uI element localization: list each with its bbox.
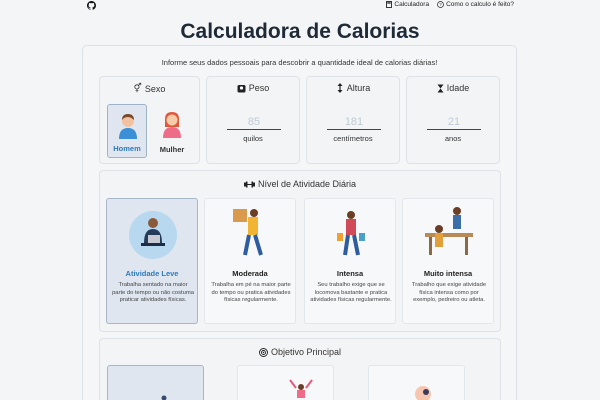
weight-unit: quilos	[243, 134, 263, 143]
sex-option-mulher[interactable]: Mulher	[152, 104, 192, 158]
height-label: Altura	[346, 83, 371, 93]
height-unit: centímetros	[333, 134, 373, 143]
target-icon	[259, 347, 268, 357]
walking-shopping-illustration	[337, 211, 365, 256]
question-circle-icon: ?	[437, 1, 444, 8]
goal-option-1[interactable]	[107, 365, 204, 400]
activity-option-leve[interactable]: Atividade Leve Trabalha sentado na maior…	[106, 198, 198, 324]
goal-illustration-3	[415, 386, 431, 400]
goal-section: Objetivo Principal	[99, 338, 501, 400]
nav-how-label: Como o calculo é feito?	[446, 1, 514, 8]
activity-option-muito-intensa-title: Muito intensa	[423, 269, 473, 278]
woman-avatar-icon	[163, 112, 181, 138]
man-avatar-icon	[119, 114, 137, 139]
activity-option-muito-intensa-desc: Trabalho que exige atividade física inte…	[411, 282, 487, 303]
activity-option-intensa[interactable]: Intensa Seu trabalho exige que se locomo…	[304, 198, 396, 324]
page-title: Calculadora de Calorias	[180, 20, 420, 43]
github-icon[interactable]	[87, 1, 96, 10]
hourglass-icon	[437, 84, 444, 92]
weight-section: Peso 85 quilos	[206, 76, 300, 164]
construction-worker-illustration	[425, 207, 473, 255]
activity-option-muito-intensa[interactable]: Muito intensa Trabalho que exige ativida…	[402, 198, 494, 324]
activity-option-intensa-desc: Seu trabalho exige que se locomova basta…	[310, 282, 392, 303]
sex-option-homem-label: Homem	[113, 144, 141, 153]
weight-scale-icon	[237, 84, 246, 92]
activity-label: Nível de Atividade Diária	[257, 179, 357, 189]
activity-option-intensa-title: Intensa	[336, 269, 364, 278]
activity-option-moderada[interactable]: Moderada Trabalha em pé na maior parte d…	[204, 198, 296, 324]
subtitle: Informe seus dados pessoais para descobr…	[161, 58, 438, 67]
goal-illustration-2	[289, 379, 313, 398]
age-section: Idade 21 anos	[406, 76, 500, 164]
goal-label: Objetivo Principal	[270, 347, 342, 357]
weight-input[interactable]: 85	[227, 116, 281, 130]
nav-calculator-link[interactable]: Calculadora	[386, 1, 429, 8]
goal-illustration-1	[161, 395, 167, 400]
svg-text:?: ?	[439, 2, 442, 7]
height-input[interactable]: 181	[327, 116, 381, 130]
age-label: Idade	[446, 83, 470, 93]
activity-option-leve-desc: Trabalha sentado na maior parte do tempo…	[112, 282, 194, 303]
nav-calculator-label: Calculadora	[394, 1, 430, 8]
calculator-icon	[386, 1, 393, 8]
carrying-box-illustration	[233, 209, 263, 256]
height-section: Altura 181 centímetros	[306, 76, 400, 164]
activity-option-leve-title: Atividade Leve	[125, 269, 179, 278]
goal-option-2[interactable]	[237, 365, 334, 400]
age-unit: anos	[444, 134, 462, 143]
goal-option-3[interactable]	[368, 365, 465, 400]
sitting-laptop-illustration	[129, 211, 177, 259]
activity-section: Nível de Atividade Diária Atividade Leve…	[99, 170, 501, 332]
sex-option-mulher-label: Mulher	[159, 145, 185, 154]
height-arrows-icon	[337, 83, 343, 93]
activity-option-moderada-desc: Trabalha em pé na maior parte do tempo o…	[211, 282, 291, 303]
top-bar: Calculadora ? Como o calculo é feito?	[0, 0, 600, 11]
weight-label: Peso	[248, 83, 270, 93]
sex-option-homem[interactable]: Homem	[107, 104, 147, 158]
age-input[interactable]: 21	[427, 116, 481, 130]
nav-how-link[interactable]: ? Como o calculo é feito?	[437, 1, 514, 8]
sex-label: Sexo	[144, 83, 166, 94]
gender-icon: ⚥	[133, 83, 142, 93]
dumbbell-icon	[243, 181, 255, 187]
activity-option-moderada-title: Moderada	[232, 269, 268, 278]
sex-section: ⚥ Sexo Homem Mulher	[99, 76, 200, 164]
